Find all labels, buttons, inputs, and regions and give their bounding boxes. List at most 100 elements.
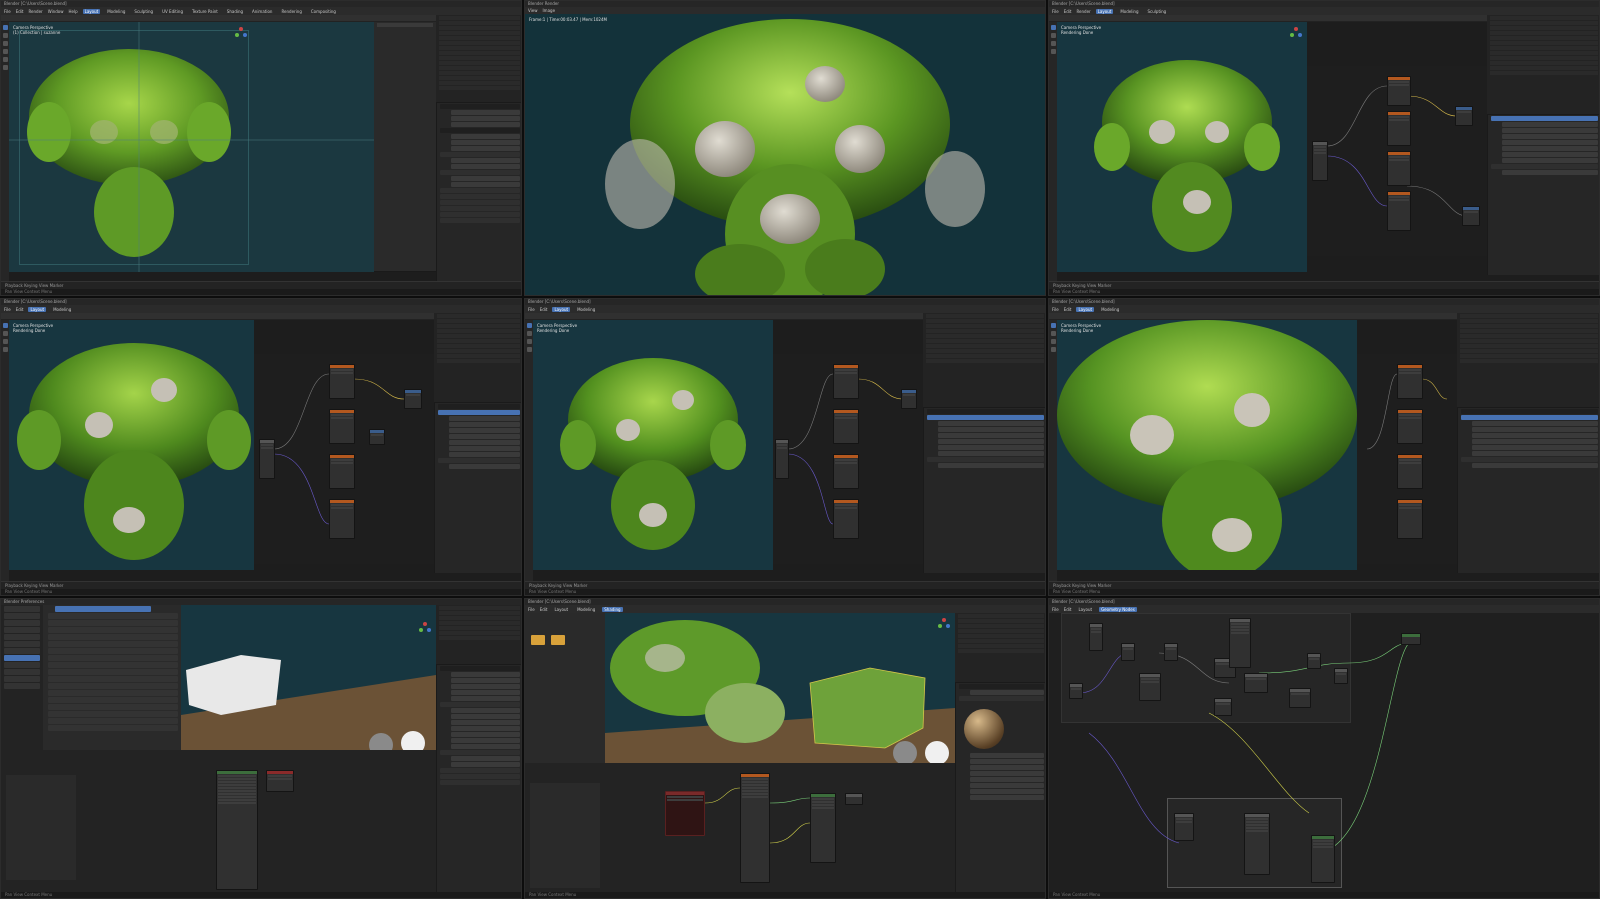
- cursor-icon[interactable]: [526, 323, 532, 328]
- move-icon[interactable]: [1050, 33, 1056, 38]
- annotate-icon[interactable]: [2, 57, 8, 62]
- node[interactable]: [216, 770, 258, 890]
- node[interactable]: [329, 499, 355, 539]
- navigation-gizmo[interactable]: [234, 26, 248, 40]
- tab-texture-paint[interactable]: Texture Paint: [190, 9, 220, 14]
- scale-icon[interactable]: [2, 49, 8, 54]
- timeline[interactable]: Playback Keying View Marker: [1, 281, 521, 289]
- tab-shading[interactable]: Shading: [602, 606, 623, 612]
- 3d-viewport[interactable]: Camera Perspective Rendering Done: [533, 320, 773, 570]
- node[interactable]: [1401, 633, 1421, 645]
- tab-modeling[interactable]: Modeling: [575, 607, 597, 612]
- node[interactable]: [665, 791, 705, 836]
- 3d-viewport[interactable]: Camera Perspective (1) Collection | suza…: [9, 22, 374, 272]
- menu-edit[interactable]: Edit: [1064, 607, 1072, 612]
- move-icon[interactable]: [1050, 331, 1056, 336]
- timeline[interactable]: Playback Keying View Marker: [1049, 581, 1599, 589]
- node[interactable]: [329, 409, 355, 444]
- tab-compositing[interactable]: Compositing: [309, 9, 338, 14]
- tab-modeling[interactable]: Modeling: [51, 307, 73, 312]
- folder-icon[interactable]: [531, 635, 545, 645]
- node[interactable]: [1387, 191, 1411, 231]
- menu-file[interactable]: File: [4, 307, 11, 312]
- cursor-icon[interactable]: [1050, 323, 1056, 328]
- tab-uv-editing[interactable]: UV Editing: [160, 9, 185, 14]
- move-icon[interactable]: [2, 331, 8, 336]
- folder-icon[interactable]: [551, 635, 565, 645]
- rotate-icon[interactable]: [526, 339, 532, 344]
- geometry-node-editor[interactable]: [1357, 354, 1457, 564]
- menu-view[interactable]: View: [528, 8, 538, 13]
- menu-render[interactable]: Render: [28, 9, 42, 14]
- render-view[interactable]: Frame:1 | Time:00:03.47 | Mem:1024M: [525, 14, 1045, 295]
- menu-edit[interactable]: Edit: [540, 607, 548, 612]
- move-icon[interactable]: [2, 33, 8, 38]
- node[interactable]: [1387, 151, 1411, 186]
- 3d-viewport[interactable]: Camera Perspective Rendering Done: [9, 320, 254, 570]
- tab-layout[interactable]: Layout: [28, 306, 47, 312]
- menu-edit[interactable]: Edit: [16, 307, 24, 312]
- tab-sculpting[interactable]: Sculpting: [1146, 9, 1169, 14]
- node[interactable]: [740, 773, 770, 883]
- node[interactable]: [1334, 668, 1348, 684]
- menu-file[interactable]: File: [528, 307, 535, 312]
- node[interactable]: [1387, 76, 1411, 106]
- menu-edit[interactable]: Edit: [1064, 307, 1072, 312]
- node[interactable]: [369, 429, 385, 445]
- tab-layout[interactable]: Layout: [1076, 306, 1095, 312]
- node[interactable]: [1387, 111, 1411, 146]
- node[interactable]: [833, 499, 859, 539]
- tab-shading[interactable]: Shading: [225, 9, 245, 14]
- rotate-icon[interactable]: [2, 339, 8, 344]
- menu-help[interactable]: Help: [68, 9, 77, 14]
- tab-layout[interactable]: Layout: [1095, 8, 1114, 14]
- node[interactable]: [1311, 835, 1335, 883]
- node[interactable]: [901, 389, 917, 409]
- tab-layout[interactable]: Layout: [1076, 607, 1094, 612]
- menu-file[interactable]: File: [528, 607, 535, 612]
- node[interactable]: [1069, 683, 1083, 699]
- menu-image[interactable]: Image: [543, 8, 556, 13]
- 3d-viewport[interactable]: [181, 605, 436, 750]
- menu-window[interactable]: Window: [48, 9, 64, 14]
- timeline[interactable]: Playback Keying View Marker: [525, 581, 1045, 589]
- tab-animation[interactable]: Animation: [250, 9, 274, 14]
- node[interactable]: [775, 439, 789, 479]
- tab-modeling[interactable]: Modeling: [1118, 9, 1140, 14]
- geometry-node-editor[interactable]: [773, 354, 923, 564]
- node[interactable]: [1289, 688, 1311, 708]
- node[interactable]: [1164, 643, 1178, 661]
- 3d-viewport[interactable]: [605, 613, 955, 763]
- timeline[interactable]: Playback Keying View Marker: [1, 581, 521, 589]
- node[interactable]: [1397, 499, 1423, 539]
- tab-layout[interactable]: Layout: [552, 607, 570, 612]
- node[interactable]: [1397, 454, 1423, 489]
- node[interactable]: [1397, 364, 1423, 399]
- node[interactable]: [833, 409, 859, 444]
- cursor-icon[interactable]: [2, 25, 8, 30]
- 3d-viewport[interactable]: Camera Perspective Rendering Done: [1057, 320, 1357, 570]
- timeline[interactable]: Playback Keying View Marker: [1049, 281, 1599, 289]
- node[interactable]: [833, 364, 859, 399]
- node[interactable]: [404, 389, 422, 409]
- navigation-gizmo[interactable]: [418, 621, 432, 635]
- menu-edit[interactable]: Edit: [540, 307, 548, 312]
- move-icon[interactable]: [526, 331, 532, 336]
- shader-editor[interactable]: [525, 763, 955, 894]
- geometry-node-editor[interactable]: [254, 354, 434, 564]
- rotate-icon[interactable]: [2, 41, 8, 46]
- node[interactable]: [329, 364, 355, 399]
- cursor-icon[interactable]: [1050, 25, 1056, 30]
- node[interactable]: [833, 454, 859, 489]
- geometry-node-editor[interactable]: [1307, 66, 1487, 256]
- menu-file[interactable]: File: [1052, 9, 1059, 14]
- tab-layout[interactable]: Layout: [552, 306, 571, 312]
- node[interactable]: [1139, 673, 1161, 701]
- menu-edit[interactable]: Edit: [16, 9, 24, 14]
- node[interactable]: [1174, 813, 1194, 841]
- node[interactable]: [1244, 813, 1270, 875]
- node[interactable]: [1244, 673, 1268, 693]
- 3d-viewport[interactable]: Camera Perspective Rendering Done: [1057, 22, 1307, 272]
- node[interactable]: [1462, 206, 1480, 226]
- geometry-node-editor[interactable]: [1049, 613, 1599, 894]
